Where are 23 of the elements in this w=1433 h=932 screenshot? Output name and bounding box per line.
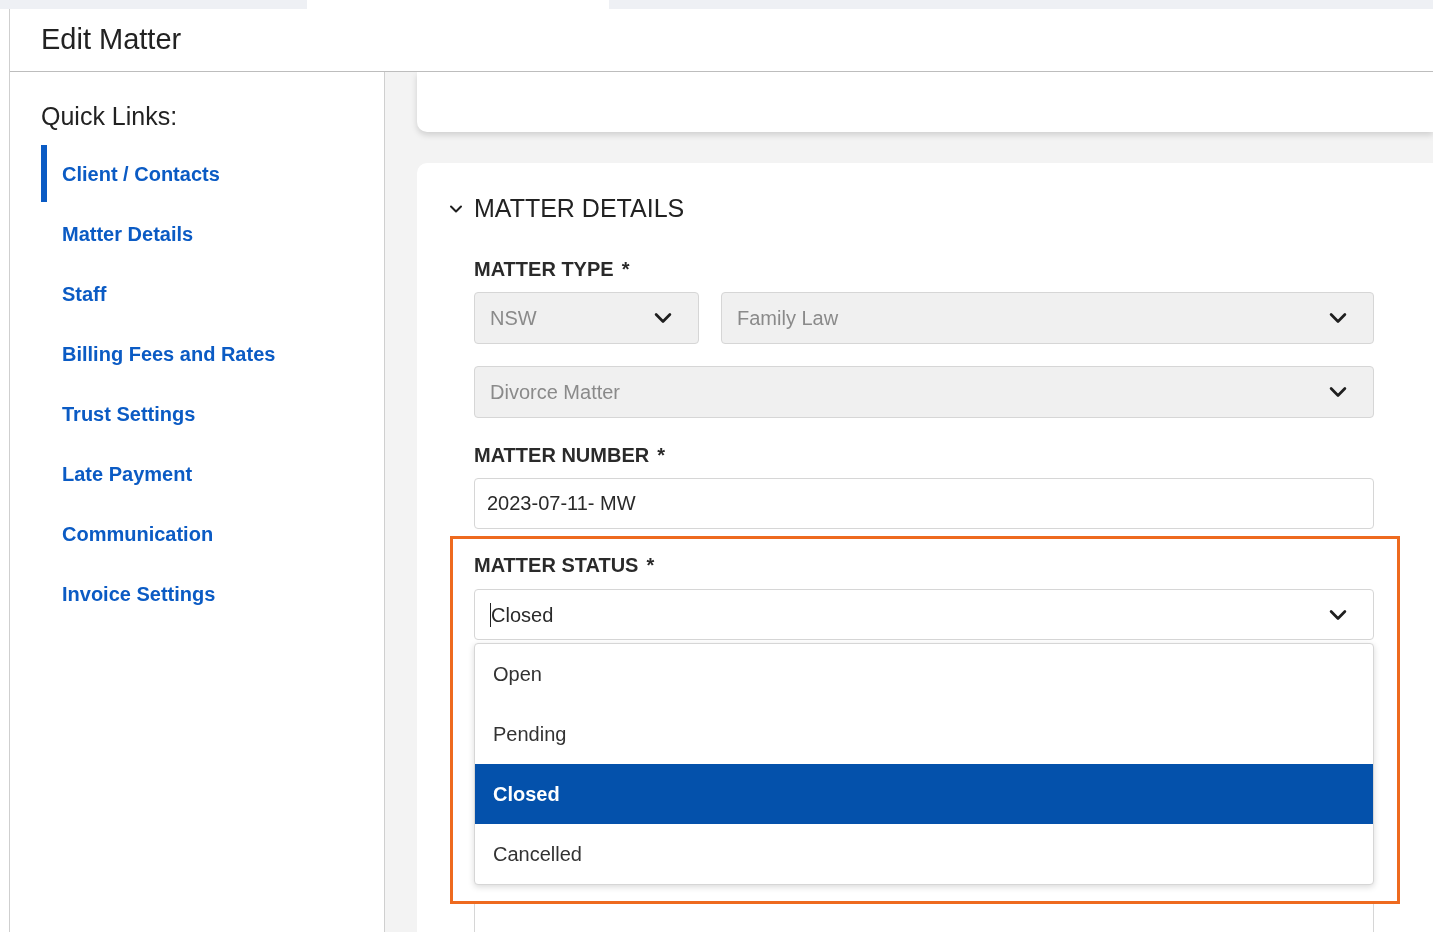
- required-mark: *: [657, 443, 665, 467]
- page-title: Edit Matter: [41, 22, 182, 58]
- tab-background[interactable]: [0, 0, 307, 9]
- quick-link[interactable]: Matter Details: [41, 205, 384, 262]
- select-field[interactable]: Closed: [474, 589, 1374, 640]
- required-mark: *: [646, 553, 655, 577]
- quick-link[interactable]: Trust Settings: [41, 385, 384, 442]
- quick-link[interactable]: Staff: [41, 265, 384, 322]
- field-label: MATTER TYPE: [474, 257, 614, 281]
- dropdown-option[interactable]: Pending: [475, 704, 1373, 764]
- input-field[interactable]: 2023-07-11- MW: [474, 478, 1374, 529]
- quick-link[interactable]: Late Payment: [41, 445, 384, 502]
- dropdown-option[interactable]: Cancelled: [475, 824, 1373, 884]
- quick-link[interactable]: Invoice Settings: [41, 565, 384, 622]
- field-label: MATTER STATUS: [474, 553, 639, 577]
- quick-link[interactable]: Communication: [41, 505, 384, 562]
- quick-link[interactable]: Billing Fees and Rates: [41, 325, 384, 382]
- required-mark: *: [621, 257, 630, 281]
- quick-links-title: Quick Links:: [41, 101, 179, 132]
- dropdown-option[interactable]: Open: [475, 644, 1373, 704]
- section-title: MATTER DETAILS: [474, 193, 685, 225]
- dropdown-option[interactable]: Closed: [475, 764, 1373, 824]
- field-label: MATTER NUMBER: [474, 443, 650, 467]
